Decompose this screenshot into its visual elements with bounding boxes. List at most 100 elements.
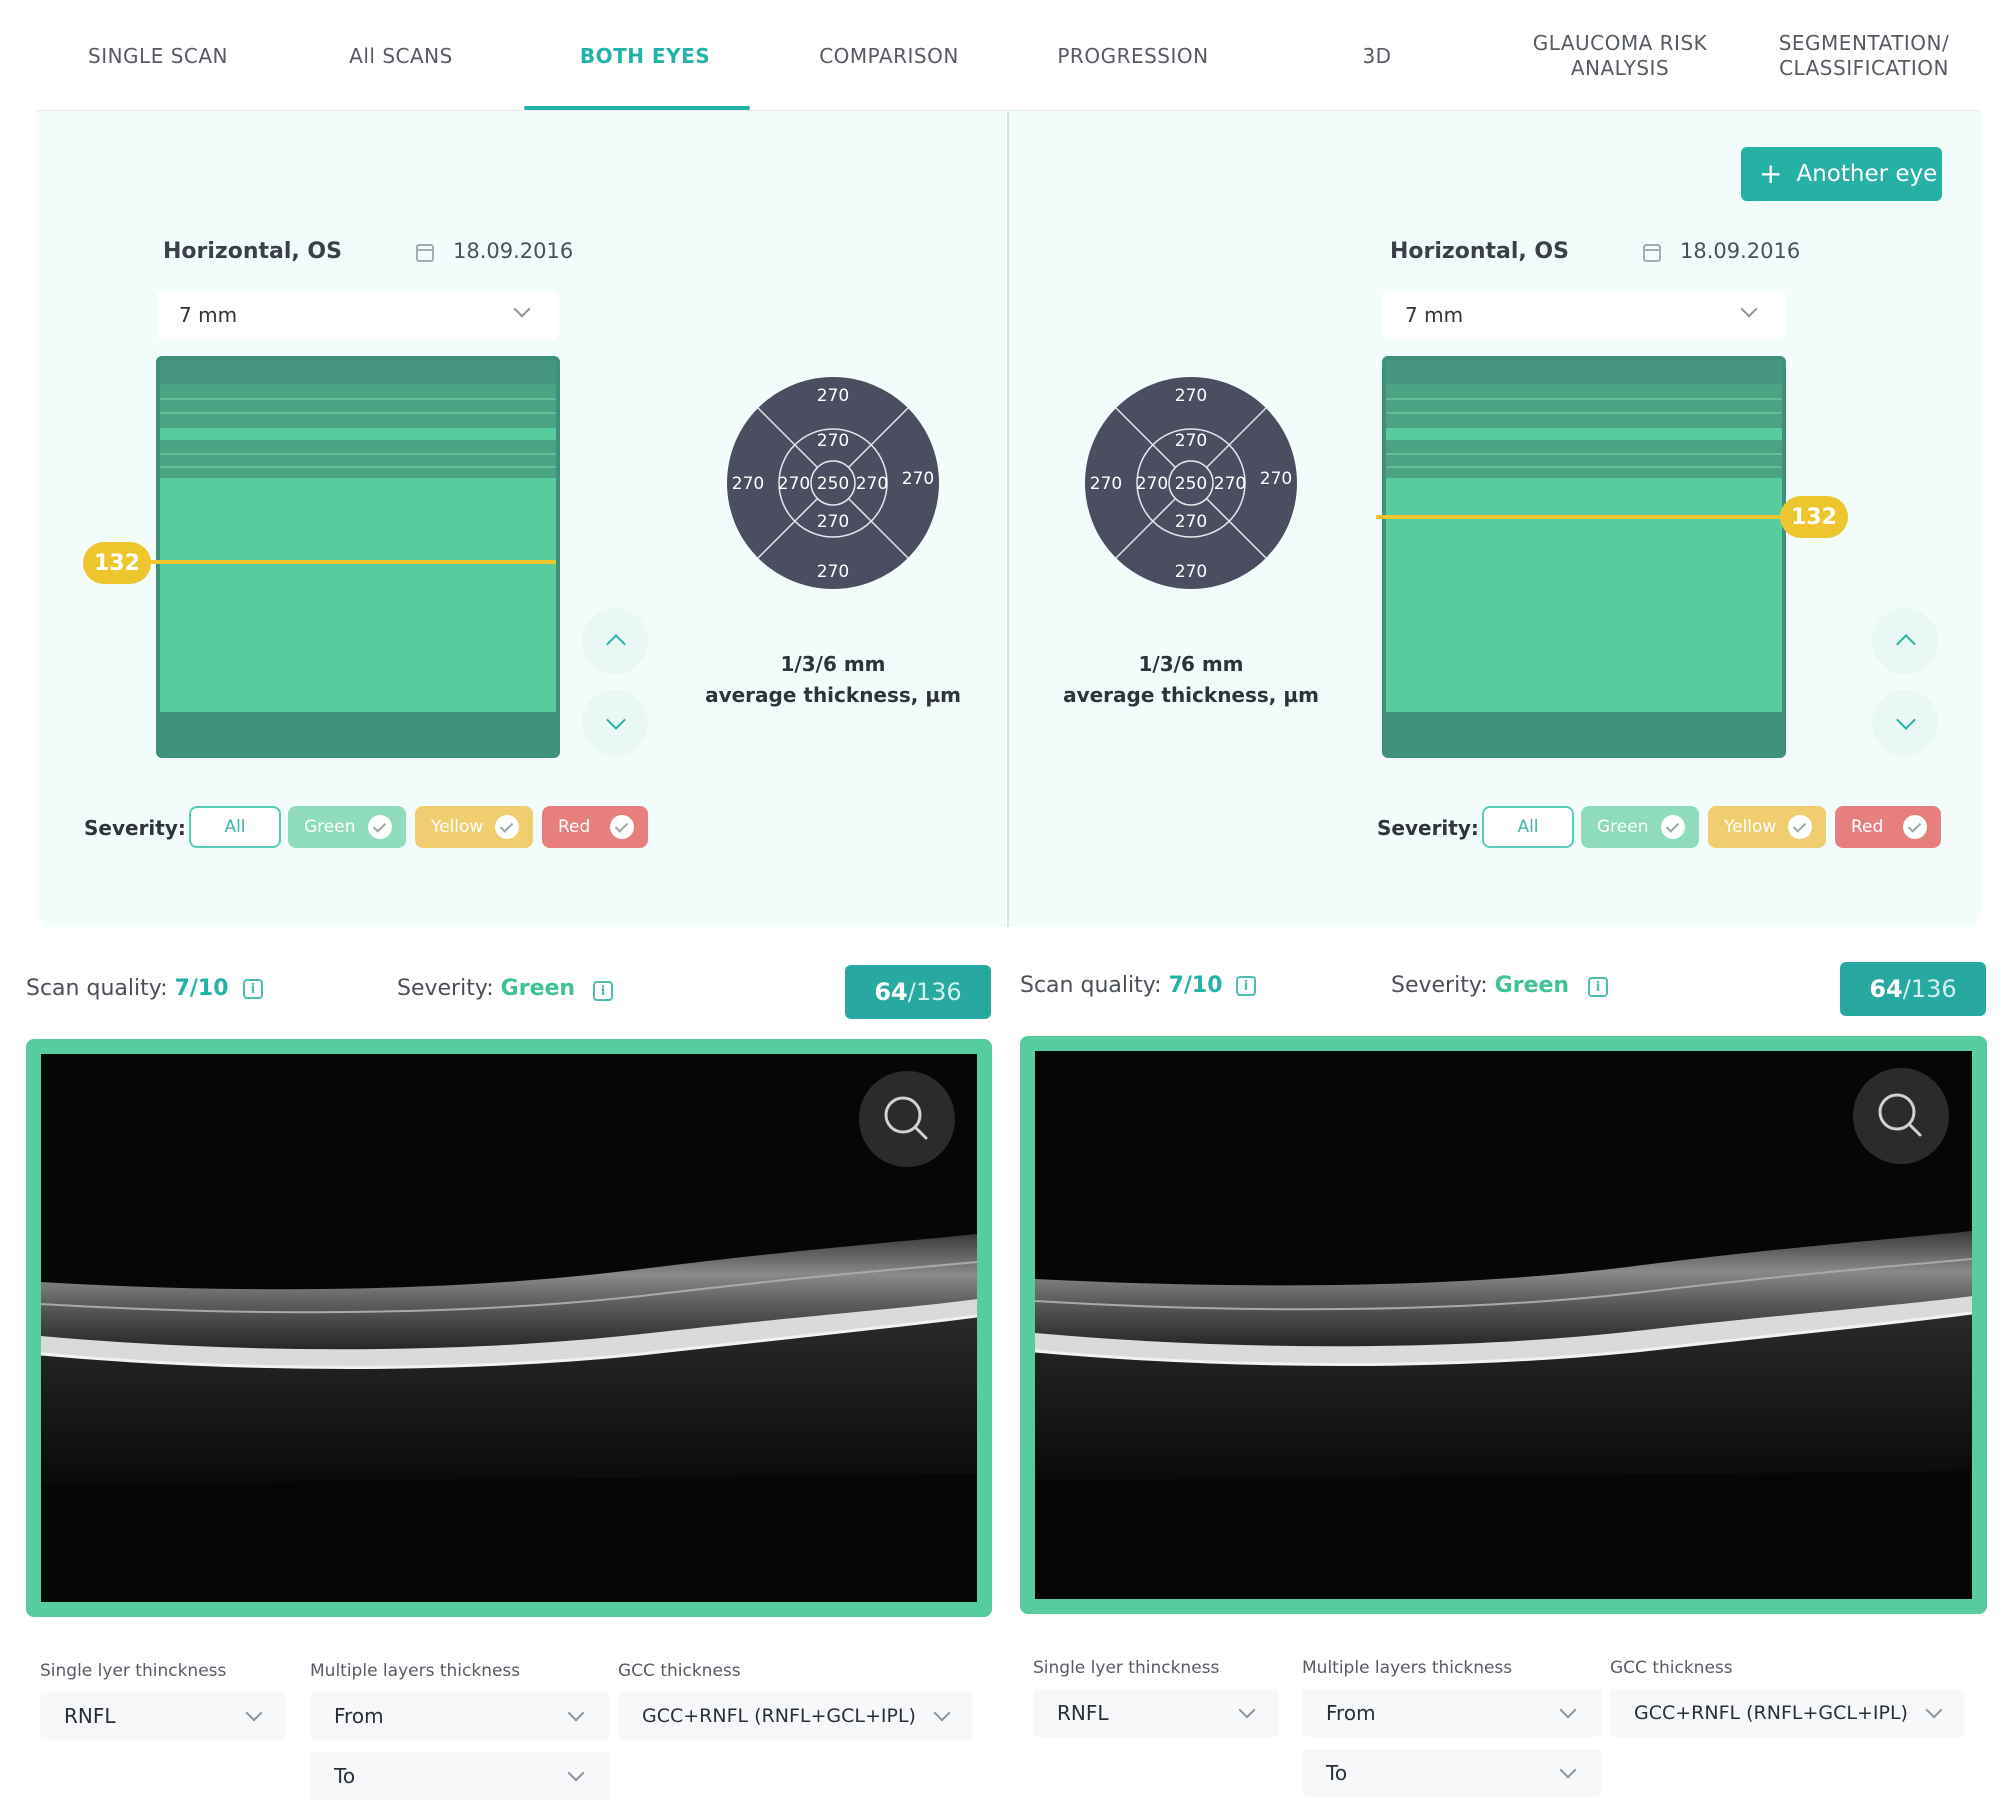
multiple-layers-to-select[interactable]: To — [1302, 1749, 1602, 1797]
check-icon — [495, 815, 519, 839]
severity-filter-red[interactable]: Red — [542, 806, 648, 848]
add-another-eye-button[interactable]: + Another eye — [1741, 147, 1942, 201]
scan-size-select[interactable]: 7 mm — [157, 291, 559, 339]
layer-thickness-map[interactable] — [1382, 356, 1786, 758]
tab-comparison[interactable]: COMPARISON — [789, 0, 989, 111]
average-thickness-zones: 1/3/6 mm — [1138, 652, 1244, 676]
severity-filter-all[interactable]: All — [1482, 806, 1574, 848]
average-thickness-unit: average thickness, µm — [1063, 683, 1319, 707]
multiple-layers-to-select[interactable]: To — [310, 1752, 610, 1800]
layer-band — [1386, 712, 1782, 754]
gcc-thickness-select[interactable]: GCC+RNFL (RNFL+GCL+IPL) — [1610, 1689, 1964, 1737]
chevron-down-icon — [1559, 1701, 1577, 1719]
single-layer-value: RNFL — [64, 1704, 116, 1728]
oct-scan-frame — [1020, 1036, 1987, 1614]
chevron-down-icon — [1740, 300, 1758, 318]
severity-filter-green[interactable]: Green — [1581, 806, 1699, 848]
layer-line — [1386, 412, 1782, 414]
zoom-button[interactable] — [859, 1071, 955, 1167]
severity-filter-red[interactable]: Red — [1835, 806, 1941, 848]
inner-right-value: 270 — [1214, 474, 1246, 494]
slice-down-button[interactable] — [1872, 690, 1938, 756]
multiple-layers-from-select[interactable]: From — [1302, 1689, 1602, 1737]
oct-scan-frame — [26, 1039, 992, 1617]
slice-position-line[interactable] — [150, 560, 556, 564]
slice-position-line[interactable] — [1376, 515, 1786, 519]
layer-thickness-map[interactable] — [156, 356, 560, 758]
slice-up-button[interactable] — [582, 608, 648, 674]
info-icon[interactable]: i — [243, 979, 263, 999]
scan-severity: Severity: Green — [397, 976, 575, 1001]
check-icon — [1788, 815, 1812, 839]
layer-line — [160, 398, 556, 400]
check-icon — [1661, 815, 1685, 839]
inner-bottom-value: 270 — [1175, 512, 1207, 532]
center-value: 250 — [817, 474, 849, 494]
center-value: 250 — [1175, 474, 1207, 494]
retina-cross-section — [41, 1234, 977, 1484]
single-layer-select[interactable]: RNFL — [1033, 1689, 1279, 1737]
slice-position-badge[interactable]: 132 — [1780, 496, 1848, 538]
layer-line — [160, 412, 556, 414]
info-icon[interactable]: i — [1236, 976, 1256, 996]
scan-severity: Severity: Green — [1391, 973, 1569, 998]
chevron-down-icon — [567, 1764, 585, 1782]
scan-severity-value: Green — [500, 976, 576, 1001]
scan-quality-label: Scan quality: — [26, 976, 168, 1001]
layer-line — [160, 453, 556, 455]
single-layer-label: Single lyer thinckness — [1033, 1658, 1220, 1678]
gcc-thickness-value: GCC+RNFL (RNFL+GCL+IPL) — [1634, 1702, 1908, 1724]
tab-single-scan[interactable]: SINGLE SCAN — [58, 0, 258, 111]
tab-3d[interactable]: 3D — [1277, 0, 1477, 111]
check-icon — [368, 815, 392, 839]
chevron-up-icon — [606, 634, 626, 654]
oct-scan-image — [1035, 1051, 1972, 1599]
severity-filter-yellow[interactable]: Yellow — [415, 806, 533, 848]
chevron-down-icon — [245, 1704, 263, 1722]
add-eye-label: Another eye — [1796, 161, 1938, 187]
severity-filter-green[interactable]: Green — [288, 806, 406, 848]
slice-up-button[interactable] — [1872, 608, 1938, 674]
slice-counter: 64/136 — [1840, 962, 1986, 1016]
layer-band — [1386, 428, 1782, 440]
layer-line — [160, 466, 556, 468]
tab-progression[interactable]: PROGRESSION — [1033, 0, 1233, 111]
gcc-thickness-select[interactable]: GCC+RNFL (RNFL+GCL+IPL) — [618, 1692, 972, 1740]
tab-glaucoma-risk-analysis[interactable]: GLAUCOMA RISK ANALYSIS — [1520, 0, 1720, 111]
to-value: To — [334, 1764, 356, 1788]
severity-filter-yellow[interactable]: Yellow — [1708, 806, 1826, 848]
inner-top-value: 270 — [817, 431, 849, 451]
slice-position-badge[interactable]: 132 — [83, 542, 151, 584]
multiple-layers-label: Multiple layers thickness — [1302, 1658, 1513, 1678]
slice-total: /136 — [1902, 975, 1957, 1003]
tab-both-eyes[interactable]: BOTH EYES — [545, 0, 745, 111]
chevron-down-icon — [567, 1704, 585, 1722]
inner-left-value: 270 — [778, 474, 810, 494]
severity-filter-label: Severity: — [84, 816, 186, 840]
scan-quality-value: 7/10 — [1168, 973, 1223, 998]
average-thickness-caption: 1/3/6 mm average thickness, µm — [683, 649, 983, 711]
retina-cross-section — [1035, 1231, 1972, 1481]
oct-scan-image — [41, 1054, 977, 1602]
info-icon[interactable]: i — [1588, 977, 1608, 997]
severity-filter-all[interactable]: All — [189, 806, 281, 848]
layer-band — [160, 360, 556, 384]
outer-right-value: 270 — [902, 469, 934, 489]
scan-date: 18.09.2016 — [1680, 239, 1801, 263]
single-layer-select[interactable]: RNFL — [40, 1692, 286, 1740]
layer-band — [160, 428, 556, 440]
search-icon — [884, 1096, 928, 1140]
tab-all-scans[interactable]: All SCANS — [301, 0, 501, 111]
info-icon[interactable]: i — [593, 981, 613, 1001]
zoom-button[interactable] — [1853, 1068, 1949, 1164]
scan-size-select[interactable]: 7 mm — [1383, 291, 1786, 339]
scan-quality-value: 7/10 — [174, 976, 229, 1001]
scan-title: Horizontal, OS — [1390, 239, 1569, 264]
scan-date: 18.09.2016 — [453, 239, 574, 263]
multiple-layers-from-select[interactable]: From — [310, 1692, 610, 1740]
tab-segmentation-classification[interactable]: SEGMENTATION/ CLASSIFICATION — [1764, 0, 1964, 111]
outer-right-value: 270 — [1260, 469, 1292, 489]
slice-down-button[interactable] — [582, 690, 648, 756]
single-layer-label: Single lyer thinckness — [40, 1661, 227, 1681]
check-icon — [610, 815, 634, 839]
